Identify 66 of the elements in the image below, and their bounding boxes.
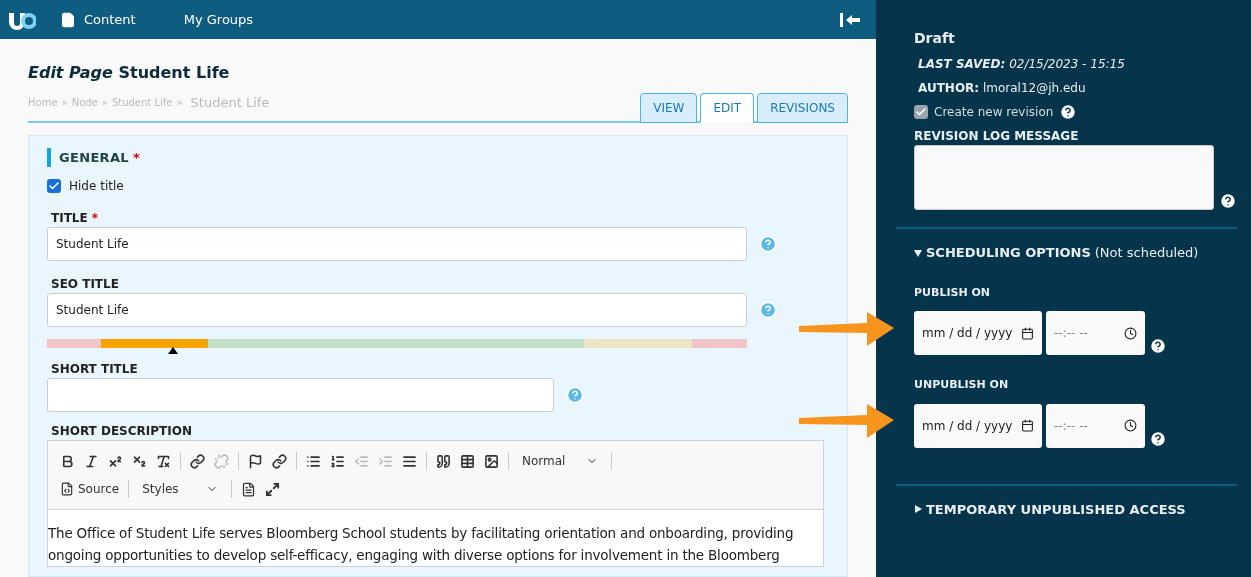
format-dropdown[interactable]: Normal: [518, 452, 602, 470]
date-field[interactable]: mm / dd / yyyy: [914, 403, 1042, 448]
bullets-icon[interactable]: [306, 453, 321, 469]
help-icon[interactable]: [1059, 103, 1078, 121]
temporary-access-toggle[interactable]: TEMPORARY UNPUBLISHED ACCESS: [914, 499, 1186, 519]
tab[interactable]: EDIT: [700, 92, 755, 123]
checkbox-label: Create new revision: [934, 104, 1054, 121]
nav-link[interactable]: Content: [60, 9, 136, 30]
caret-right-icon: [914, 505, 922, 514]
field-label: SHORT DESCRIPTION: [50, 423, 193, 440]
caret-down-icon: [914, 248, 922, 257]
required-mark: *: [91, 210, 98, 227]
author-text: AUTHOR: lmoral12@jh.edu: [918, 80, 1087, 97]
styles-dropdown[interactable]: Styles: [138, 480, 223, 498]
calendar-icon: [1021, 326, 1034, 340]
media-icon[interactable]: [484, 453, 499, 469]
superscript-icon[interactable]: [108, 453, 123, 469]
title-field[interactable]: Student Life: [47, 227, 747, 261]
section-heading: GENERAL: [59, 148, 129, 167]
field-label: SHORT TITLE: [50, 361, 139, 378]
collapse-icon[interactable]: [840, 12, 860, 27]
seo-title-field[interactable]: Student Life: [47, 293, 747, 327]
help-icon[interactable]: [1149, 429, 1167, 448]
justify-icon[interactable]: [402, 453, 417, 469]
italic-icon[interactable]: [84, 453, 99, 469]
subscript-icon[interactable]: [132, 453, 147, 469]
clear-icon[interactable]: [156, 453, 171, 469]
page-icon: [60, 11, 76, 28]
checkbox[interactable]: [47, 179, 61, 193]
numbers-icon[interactable]: [330, 453, 345, 469]
page-title: Edit Page Student Life: [28, 62, 231, 84]
breadcrumb-separator: »: [176, 96, 183, 111]
source-button[interactable]: Source: [60, 480, 120, 498]
status-text: Draft: [914, 29, 956, 48]
help-icon[interactable]: [1149, 337, 1167, 355]
field-label: REVISION LOG MESSAGE: [914, 128, 1080, 145]
checkbox-label: Hide title: [69, 178, 124, 195]
breadcrumb-current: Student Life: [190, 94, 270, 112]
maximize-icon[interactable]: [265, 481, 281, 497]
log-message-field[interactable]: [914, 145, 1214, 210]
link-icon[interactable]: [272, 453, 287, 469]
table-icon[interactable]: [460, 453, 475, 469]
link-icon[interactable]: [190, 453, 205, 469]
help-icon[interactable]: [1219, 192, 1237, 210]
field-label: PUBLISH ON: [914, 284, 991, 301]
body-text: The Office of Student Life serves Bloomberg School students by facilitating orientation and onboarding, providing ongoing opportunities to develop self-efficacy, engaging with diverse options for involvement in the Bloomberg: [48, 524, 795, 565]
bold-icon[interactable]: [60, 453, 75, 469]
last-saved-text: LAST SAVED: 02/15/2023 - 15:15: [918, 56, 1126, 73]
breadcrumb-separator: »: [101, 96, 108, 111]
field-label: SEO TITLE: [50, 276, 120, 293]
required-mark: *: [132, 148, 141, 167]
nav-link[interactable]: My Groups: [183, 9, 254, 30]
breadcrumb-separator: »: [61, 96, 68, 111]
calendar-icon: [1021, 419, 1034, 432]
tab[interactable]: REVISIONS: [757, 92, 848, 123]
quote-icon[interactable]: [436, 453, 451, 469]
tab[interactable]: VIEW: [640, 92, 698, 123]
document-icon: [60, 482, 74, 496]
field-label: TITLE: [51, 210, 88, 227]
flag-icon[interactable]: [248, 453, 263, 469]
field-label: UNPUBLISH ON: [914, 377, 1010, 393]
short-title-field[interactable]: [47, 378, 554, 412]
clock-icon: [1124, 326, 1137, 340]
clock-icon: [1124, 419, 1137, 432]
date-field[interactable]: mm / dd / yyyy: [914, 311, 1042, 355]
scheduling-toggle[interactable]: SCHEDULING OPTIONS (Not scheduled): [914, 243, 1199, 263]
